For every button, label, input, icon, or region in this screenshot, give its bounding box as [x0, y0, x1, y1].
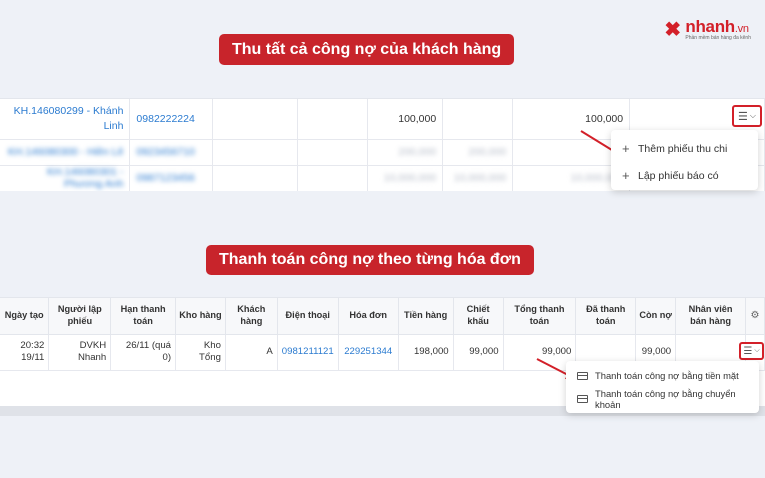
amount-cell: 200,000	[367, 139, 444, 166]
amount-cell: 10,000,000	[367, 165, 444, 191]
col-header[interactable]: Hạn thanh toán	[110, 298, 177, 335]
row-actions-button[interactable]: ☰ ⌵	[732, 105, 762, 127]
col-header[interactable]: Điện thoại	[277, 298, 339, 335]
customer-link[interactable]: KH.146080301 - Phương Anh	[0, 165, 131, 191]
phone-link[interactable]: 0982222224	[129, 99, 214, 140]
brand-logo: ✖ nhanh.vn Phần mềm bán hàng đa kênh	[664, 18, 751, 41]
menu-item-add-receipt[interactable]: + Thêm phiếu thu chi	[611, 135, 758, 162]
chevron-down-icon: ⌵	[754, 347, 760, 354]
goods-cell: 198,000	[398, 334, 454, 371]
col-header[interactable]: Hóa đơn	[338, 298, 399, 335]
payment-menu: Thanh toán công nợ bằng tiền mặt Thanh t…	[566, 361, 759, 413]
amount-cell: 10,000,000	[442, 165, 514, 191]
customer-link[interactable]: KH.146080299 - Khánh Linh	[0, 99, 131, 140]
row-actions-button[interactable]: ☰ ⌵	[739, 342, 764, 360]
col-header[interactable]: Tiền hàng	[398, 298, 454, 335]
plus-icon: +	[622, 141, 630, 156]
gear-icon[interactable]: ⚙	[745, 298, 765, 335]
banner-bottom: Thanh toán công nợ theo từng hóa đơn	[206, 245, 534, 275]
table-cell	[212, 99, 299, 140]
phone-link[interactable]: 0987123456	[129, 165, 214, 191]
invoice-link[interactable]: 229251344	[338, 334, 399, 371]
table-cell	[442, 99, 514, 140]
card-icon	[577, 394, 588, 403]
menu-item-pay-transfer[interactable]: Thanh toán công nợ bằng chuyển khoản	[566, 387, 759, 410]
col-header[interactable]: Ngày tạo	[0, 298, 50, 335]
customer-link[interactable]: KH.146080300 - Hiền Lê	[0, 139, 131, 166]
banner-top: Thu tất cả công nợ của khách hàng	[219, 34, 515, 65]
col-header[interactable]: Khách hàng	[225, 298, 278, 335]
creator-cell: DVKH Nhanh	[48, 334, 112, 371]
row-actions-menu: + Thêm phiếu thu chi + Lập phiếu báo có	[611, 130, 758, 190]
logo-icon: ✖	[664, 18, 682, 41]
table-cell	[297, 99, 369, 140]
menu-item-credit-note[interactable]: + Lập phiếu báo có	[611, 162, 758, 189]
menu-icon: ☰	[743, 345, 753, 357]
brand-name: nhanh.vn	[685, 17, 749, 36]
col-header[interactable]: Nhân viên bán hàng	[675, 298, 746, 335]
amount-cell: 100,000	[367, 99, 444, 140]
card-icon	[577, 371, 588, 380]
col-header[interactable]: Chiết khấu	[453, 298, 504, 335]
menu-item-pay-cash[interactable]: Thanh toán công nợ bằng tiền mặt	[566, 364, 759, 387]
discount-cell: 99,000	[453, 334, 504, 371]
col-header[interactable]: Còn nợ	[635, 298, 677, 335]
menu-icon: ☰	[738, 110, 748, 123]
customer-cell: A	[225, 334, 278, 371]
phone-link[interactable]: 0923456710	[129, 139, 214, 166]
col-header[interactable]: Đã thanh toán	[575, 298, 637, 335]
plus-icon: +	[622, 168, 630, 183]
phone-link[interactable]: 0981211121	[277, 334, 339, 371]
brand-tagline: Phần mềm bán hàng đa kênh	[685, 35, 751, 41]
table-header: Ngày tạo Người lập phiếu Hạn thanh toán …	[0, 298, 765, 335]
chevron-down-icon: ⌵	[749, 111, 756, 120]
col-header[interactable]: Người lập phiếu	[48, 298, 112, 335]
warehouse-cell: Kho Tổng	[175, 334, 226, 371]
due-cell: 26/11 (quá 0)	[110, 334, 177, 371]
col-header[interactable]: Tổng thanh toán	[503, 298, 577, 335]
amount-cell: 200,000	[442, 139, 514, 166]
col-header[interactable]: Kho hàng	[175, 298, 226, 335]
created-cell: 20:32 19/11	[0, 334, 50, 371]
